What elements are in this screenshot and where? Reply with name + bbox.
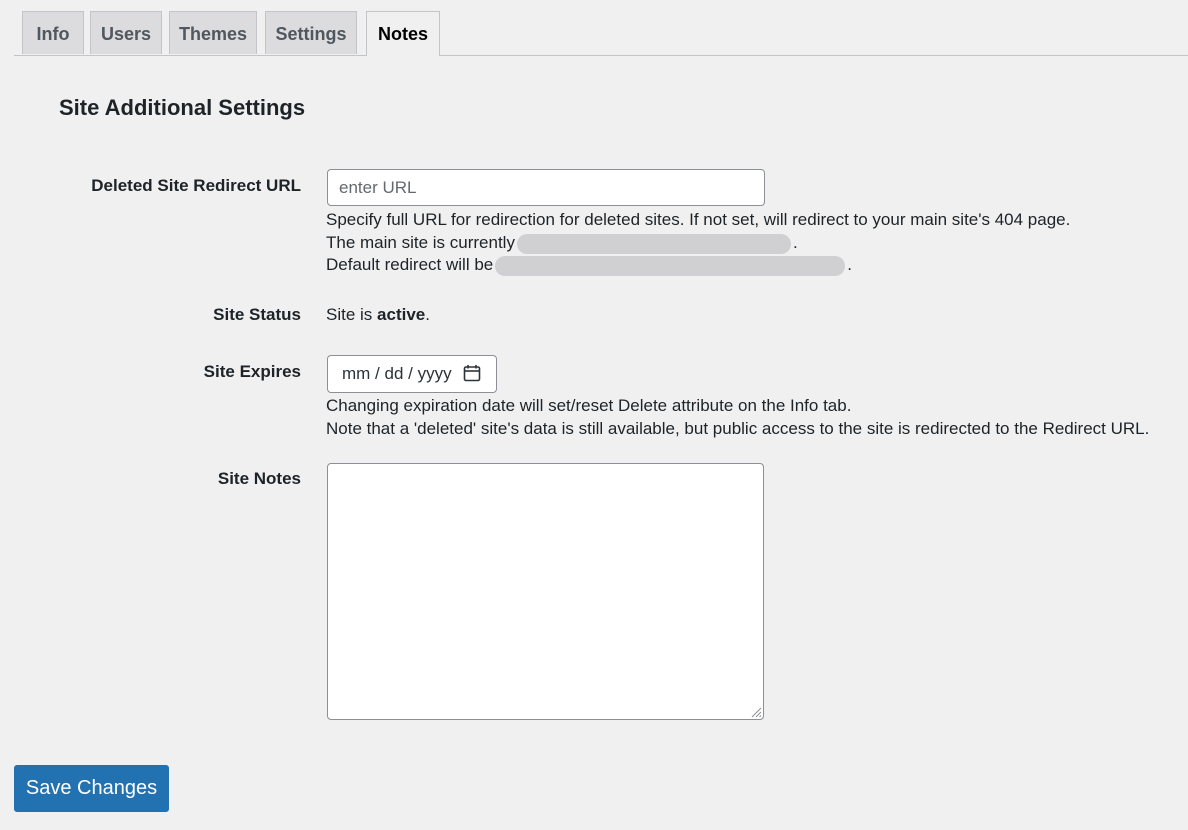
site-status-value: active bbox=[377, 305, 426, 324]
main-site-suffix: . bbox=[792, 233, 798, 252]
site-expires-date-input[interactable]: mm / dd / yyyy bbox=[327, 355, 497, 393]
tab-notes[interactable]: Notes bbox=[366, 11, 440, 56]
tab-themes[interactable]: Themes bbox=[169, 11, 257, 54]
expires-help-line1: Changing expiration date will set/reset … bbox=[326, 396, 852, 415]
site-status-prefix: Site is bbox=[326, 305, 378, 324]
main-site-line: The main site is currently. bbox=[326, 231, 798, 254]
main-site-prefix: The main site is currently bbox=[326, 233, 515, 252]
redacted-main-site bbox=[516, 233, 791, 254]
page-title: Site Additional Settings bbox=[59, 95, 306, 120]
redirect-help-text: Specify full URL for redirection for del… bbox=[326, 210, 1071, 229]
tab-settings[interactable]: Settings bbox=[265, 11, 357, 54]
expires-help-line2: Note that a 'deleted' site's data is sti… bbox=[326, 419, 1150, 438]
resize-handle-icon[interactable] bbox=[750, 706, 762, 718]
site-notes-label: Site Notes bbox=[217, 469, 301, 488]
redirect-url-input[interactable] bbox=[327, 169, 765, 206]
site-expires-label: Site Expires bbox=[203, 362, 301, 381]
redacted-default-redirect bbox=[495, 255, 846, 276]
tab-info[interactable]: Info bbox=[22, 11, 84, 54]
default-redirect-suffix: . bbox=[847, 255, 852, 274]
tab-users[interactable]: Users bbox=[90, 11, 162, 54]
calendar-icon[interactable] bbox=[463, 364, 481, 382]
save-changes-button[interactable]: Save Changes bbox=[14, 765, 169, 812]
site-status-label: Site Status bbox=[213, 305, 301, 324]
site-status-suffix: . bbox=[425, 305, 430, 324]
site-status-text: Site is active. bbox=[326, 305, 430, 325]
redirect-url-label: Deleted Site Redirect URL bbox=[91, 176, 301, 195]
default-redirect-line: Default redirect will be. bbox=[326, 253, 852, 276]
default-redirect-prefix: Default redirect will be bbox=[326, 255, 494, 274]
tab-bar: Info Users Themes Settings Notes bbox=[14, 11, 1188, 56]
date-placeholder: mm / dd / yyyy bbox=[342, 364, 452, 383]
site-notes-textarea[interactable] bbox=[327, 463, 764, 720]
